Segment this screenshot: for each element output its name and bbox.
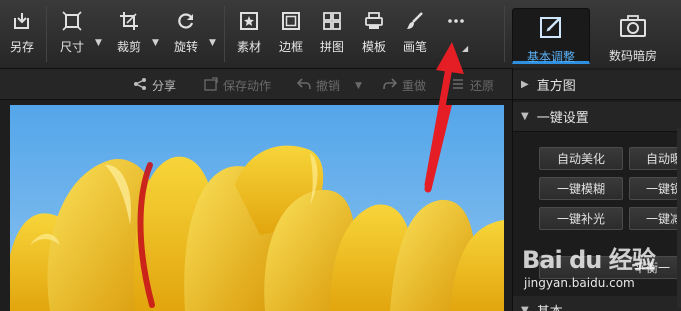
one-click-blur-button[interactable]: 一键模糊: [539, 177, 623, 200]
one-click-fill-light-label: 一键补光: [556, 212, 605, 226]
collapsed-arrow-icon: ▶: [521, 79, 529, 90]
one-click-sharpen-label: 一键锐: [646, 182, 681, 196]
panel-scrollbar[interactable]: [677, 128, 681, 308]
one-click-fill-light-button[interactable]: 一键补光: [539, 207, 623, 230]
histogram-section-header[interactable]: ▶ 直方图: [513, 70, 681, 100]
auto-exposure-label: 自动曝: [646, 152, 681, 166]
basic-section-header[interactable]: ▼ 基本: [513, 296, 681, 311]
white-balance-label: 平衡一: [633, 261, 670, 275]
histogram-label: 直方图: [536, 79, 576, 94]
one-click-reduce-button[interactable]: 一键减: [629, 207, 681, 230]
one-click-label: 一键设置: [536, 111, 589, 126]
one-click-section-header[interactable]: ▼ 一键设置: [513, 102, 681, 132]
expanded-arrow-icon: ▼: [521, 111, 529, 122]
auto-beautify-label: 自动美化: [556, 152, 605, 166]
expanded-arrow-icon: ▼: [521, 305, 529, 311]
white-balance-button[interactable]: 平衡一: [539, 256, 679, 279]
basic-label: 基本: [537, 301, 563, 311]
adjust-panel: ▶ 直方图 ▼ 一键设置 自动美化 自动曝 一键模糊 一键锐 一键补光 一键减 …: [512, 68, 681, 311]
auto-beautify-button[interactable]: 自动美化: [539, 147, 623, 170]
auto-exposure-button[interactable]: 自动曝: [629, 147, 681, 170]
one-click-blur-label: 一键模糊: [556, 182, 605, 196]
one-click-sharpen-button[interactable]: 一键锐: [629, 177, 681, 200]
one-click-reduce-label: 一键减: [646, 212, 681, 226]
